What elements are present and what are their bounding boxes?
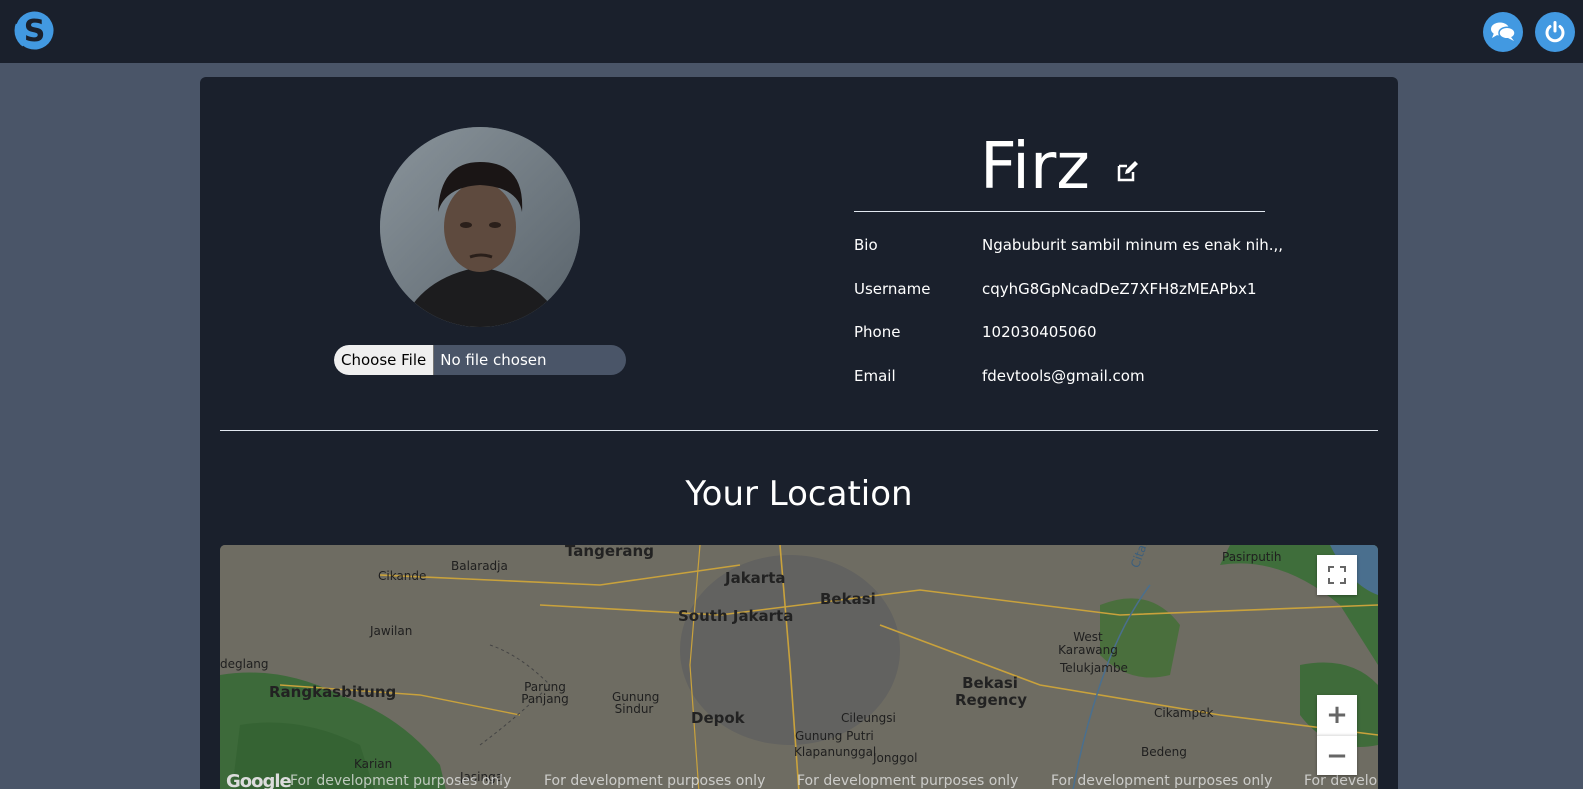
map-place-label: Cikampek <box>1154 706 1214 720</box>
zoom-out-button[interactable]: − <box>1317 735 1357 775</box>
profile-name: Firz <box>980 130 1090 204</box>
map-place-label: South Jakarta <box>678 607 794 625</box>
map-place-label: Bekasi Regency <box>955 674 1027 709</box>
map-place-label: Tangerang <box>565 545 654 560</box>
map-place-label: Balaradja <box>451 559 508 573</box>
phone-value: 102030405060 <box>982 323 1097 341</box>
power-button[interactable] <box>1535 12 1575 52</box>
map-place-label: Cikande <box>378 569 427 583</box>
map-place-label: West Karawang <box>1058 630 1118 657</box>
power-icon <box>1545 21 1565 43</box>
location-map[interactable]: Tangerang Jakarta South Jakarta Bekasi C… <box>220 545 1378 789</box>
map-place-label: Jawilan <box>370 624 413 638</box>
map-place-label: Rangkasbitung <box>269 683 397 701</box>
map-place-label: Depok <box>691 709 745 727</box>
bio-label: Bio <box>854 236 878 254</box>
avatar-file-input[interactable]: Choose File No file chosen <box>334 345 626 375</box>
map-place-label: Cileungsi <box>841 711 896 725</box>
username-value: cqyhG8GpNcadDeZ7XFH8zMEAPbx1 <box>982 280 1257 298</box>
map-place-label: Bedeng <box>1141 745 1187 759</box>
choose-file-button[interactable]: Choose File <box>334 345 435 375</box>
fullscreen-icon <box>1328 566 1346 584</box>
name-divider <box>854 211 1265 212</box>
dev-watermark: For development purposes only <box>544 773 766 789</box>
map-place-label: Jakarta <box>725 569 786 587</box>
map-place-label: Gunung Sindur <box>612 690 660 716</box>
map-place-label: Telukjambe <box>1060 661 1128 675</box>
chat-button[interactable] <box>1483 12 1523 52</box>
dev-watermark: For development purposes only <box>797 773 1019 789</box>
chat-icon <box>1491 22 1516 41</box>
email-value: fdevtools@gmail.com <box>982 367 1145 385</box>
google-logo: Google <box>226 771 292 789</box>
file-status-text: No file chosen <box>440 351 547 369</box>
dev-watermark: For development purposes only <box>1051 773 1273 789</box>
bio-value: Ngabuburit sambil minum es enak nih.,, <box>982 236 1284 254</box>
section-divider <box>220 430 1378 431</box>
map-place-label: Gunung Putri <box>795 729 874 743</box>
dev-watermark: For development purposes only <box>1304 773 1378 789</box>
avatar-photo <box>380 127 580 327</box>
app-logo-icon[interactable]: S <box>12 8 57 53</box>
svg-text:S: S <box>24 14 46 49</box>
email-label: Email <box>854 367 896 385</box>
username-label: Username <box>854 280 931 298</box>
phone-label: Phone <box>854 323 901 341</box>
profile-card: Choose File No file chosen Firz Bio Ngab… <box>200 77 1398 789</box>
map-place-label: Bekasi <box>820 590 876 608</box>
map-place-label: Klapanunggal <box>794 745 877 759</box>
map-place-label: Pasirputih <box>1222 550 1282 564</box>
location-title: Your Location <box>685 474 913 514</box>
map-place-label: Jonggol <box>873 751 918 765</box>
map-place-label: deglang <box>220 657 269 671</box>
dev-watermark: For development purposes only <box>290 773 512 789</box>
edit-icon[interactable] <box>1115 160 1139 184</box>
zoom-in-button[interactable]: + <box>1317 695 1357 735</box>
fullscreen-button[interactable] <box>1317 555 1357 595</box>
map-place-label: Karian <box>354 757 393 771</box>
avatar <box>380 127 580 327</box>
map-place-label: Parung Panjang <box>521 680 569 706</box>
top-navbar: S <box>0 0 1583 63</box>
